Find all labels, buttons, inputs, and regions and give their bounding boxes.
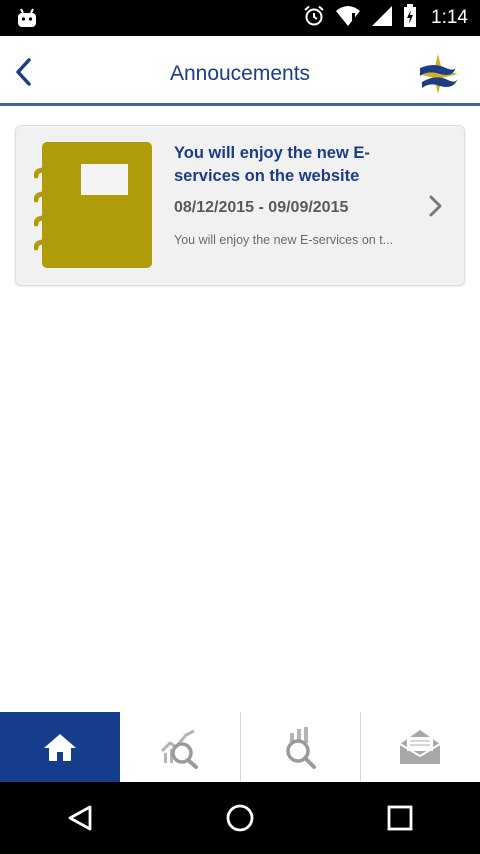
android-debug-icon (16, 8, 38, 33)
home-icon (44, 734, 76, 761)
page-title: Annoucements (169, 62, 311, 85)
tab-messages[interactable] (360, 712, 480, 782)
back-triangle-icon (68, 805, 92, 831)
announcement-date-range: 08/12/2015 - 09/09/2015 (174, 199, 349, 216)
system-back-button[interactable] (0, 782, 160, 854)
announcement-description: You will enjoy the new E-services on t..… (174, 233, 394, 247)
bottom-navigation (0, 712, 480, 782)
app-header: Annoucements (0, 36, 480, 106)
brand-logo (416, 52, 460, 96)
home-circle-icon (226, 804, 254, 832)
recents-square-icon (387, 805, 413, 831)
wifi-icon (335, 5, 361, 32)
tab-home[interactable] (0, 712, 120, 782)
stock-search-icon (286, 727, 316, 769)
chevron-right-icon (429, 195, 442, 217)
alarm-icon (303, 5, 325, 32)
battery-charging-icon (403, 3, 417, 33)
status-bar: 1:14 (0, 0, 480, 36)
announcement-title: You will enjoy the new E-services on the… (174, 144, 370, 185)
announcement-card[interactable]: You will enjoy the new E-services on the… (15, 125, 465, 286)
envelope-icon (399, 730, 441, 764)
tab-stock-search[interactable] (240, 712, 360, 782)
notebook-icon (34, 142, 152, 268)
system-home-button[interactable] (160, 782, 320, 854)
status-time: 1:14 (431, 7, 468, 28)
system-recents-button[interactable] (320, 782, 480, 854)
signal-icon (371, 5, 393, 32)
tab-market-search[interactable] (120, 712, 240, 782)
system-navigation-bar (0, 782, 480, 854)
status-icons: 1:14 (303, 0, 468, 36)
chart-search-icon (160, 729, 198, 769)
